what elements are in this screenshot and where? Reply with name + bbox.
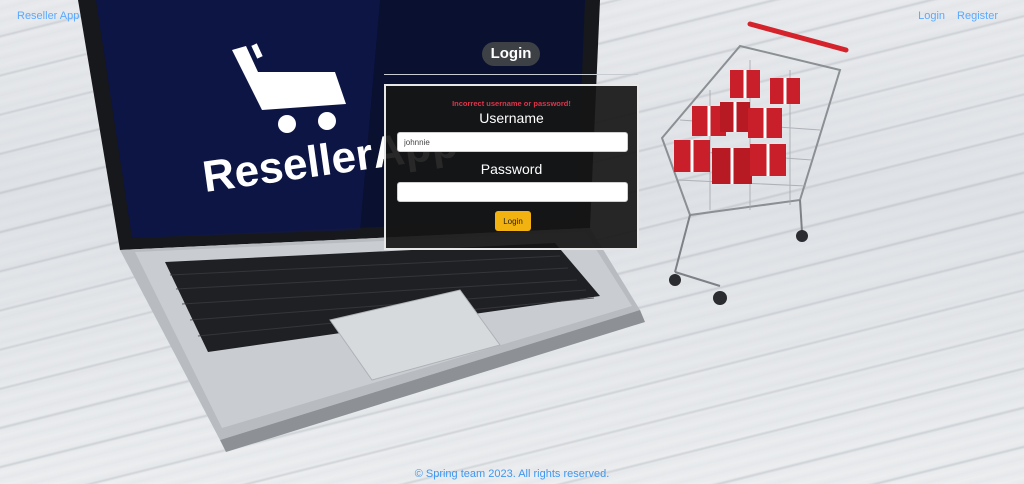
brand-link[interactable]: Reseller App xyxy=(17,10,79,22)
error-message: Incorrect username or password! xyxy=(452,99,571,108)
username-input[interactable] xyxy=(397,132,628,152)
page: ResellerApp Reseller App Login Register … xyxy=(0,0,1024,484)
shopping-cart-illustration xyxy=(660,21,849,305)
footer-copyright: © Spring team 2023. All rights reserved. xyxy=(414,468,610,480)
login-button[interactable]: Login xyxy=(495,211,531,231)
username-label: Username xyxy=(479,110,544,126)
title-divider xyxy=(384,74,638,75)
password-input[interactable] xyxy=(397,182,628,202)
login-title-wrap: Login xyxy=(384,42,638,66)
nav-login-link[interactable]: Login xyxy=(918,10,945,22)
nav-register-link[interactable]: Register xyxy=(957,10,998,22)
page-title: Login xyxy=(481,42,541,66)
login-form: Incorrect username or password! Username… xyxy=(384,84,639,250)
nav-links: Login Register xyxy=(918,10,998,22)
password-label: Password xyxy=(480,161,543,177)
